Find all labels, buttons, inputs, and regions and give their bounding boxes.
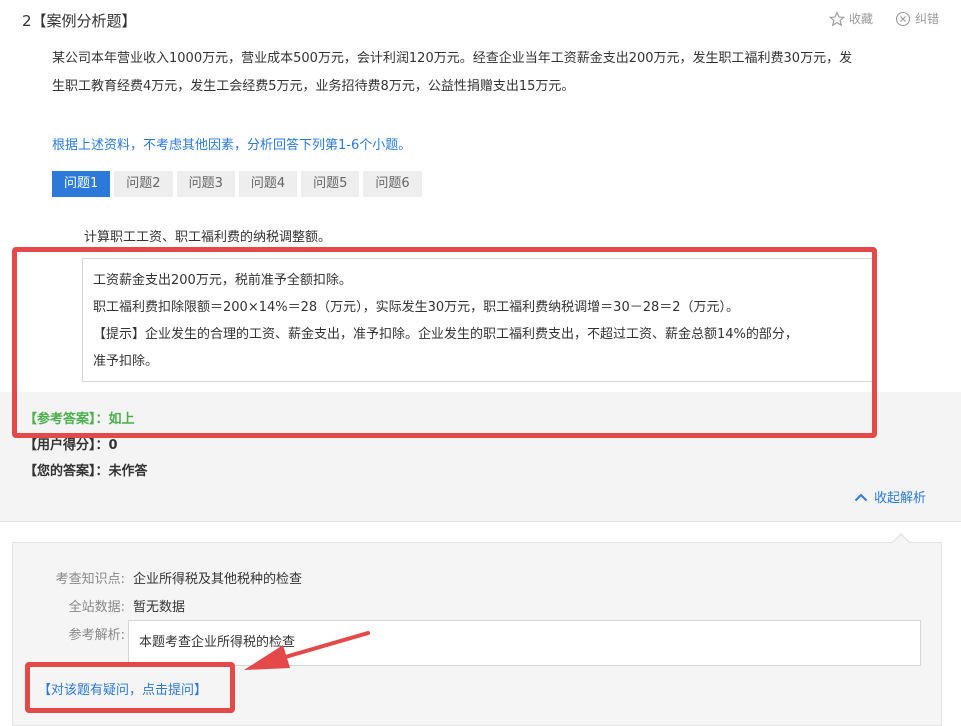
- tab-question-6[interactable]: 问题6: [363, 171, 422, 197]
- tab-question-2[interactable]: 问题2: [114, 171, 173, 197]
- tab-question-4[interactable]: 问题4: [238, 171, 298, 197]
- question-actions: 收藏 纠错: [828, 10, 939, 27]
- site-stats-label: 全站数据:: [68, 600, 125, 615]
- your-answer: 【您的答案】：未作答: [24, 460, 148, 479]
- question-header: 2【案例分析题】: [22, 12, 137, 30]
- subquestion-tabs: 问题1 问题2 问题3 问题4 问题5 问题6: [52, 171, 422, 197]
- user-score: 【用户得分】：0: [24, 434, 118, 453]
- report-label: 纠错: [914, 12, 939, 26]
- answer-line: 职工福利费扣除限额＝200×14%＝28（万元），实际发生30万元，职工福利费纳…: [93, 300, 740, 315]
- question-instruction: 根据上述资料，不考虑其他因素，分析回答下列第1-6个小题。: [52, 138, 412, 153]
- ask-question-link[interactable]: 【对该题有疑问，点击提问】: [38, 679, 207, 698]
- explanation-text: 本题考查企业所得税的检查: [139, 635, 296, 650]
- favorite-button[interactable]: 收藏: [828, 10, 873, 27]
- chevron-up-icon: [854, 493, 868, 501]
- collapse-label: 收起解析: [874, 491, 927, 506]
- report-error-button[interactable]: 纠错: [895, 10, 939, 27]
- stem-line: 某公司本年营业收入1000万元，营业成本500万元，会计利润120万元。经查企业…: [52, 51, 853, 66]
- error-x-icon: [895, 11, 911, 26]
- panel-pointer-fill: [892, 535, 910, 544]
- reference-answer: 【参考答案】：如上: [24, 408, 135, 427]
- site-stats-value: 暂无数据: [133, 600, 186, 615]
- tab-question-3[interactable]: 问题3: [176, 171, 235, 197]
- explanation-box: 本题考查企业所得税的检查: [128, 620, 921, 666]
- answer-line: 准予扣除。: [93, 354, 159, 369]
- subquestion-text: 计算职工工资、职工福利费的纳税调整额。: [84, 230, 332, 245]
- collapse-analysis-button[interactable]: 收起解析: [854, 487, 926, 506]
- tab-question-5[interactable]: 问题5: [301, 171, 360, 197]
- answer-content: 工资薪金支出200万元，税前准予全额扣除。 职工福利费扣除限额＝200×14%＝…: [82, 258, 877, 382]
- user-score-label: 【用户得分】：: [24, 438, 109, 453]
- answer-line: 【提示】企业发生的合理的工资、薪金支出，准予扣除。企业发生的职工福利费支出，不超…: [93, 327, 798, 342]
- tab-question-1[interactable]: 问题1: [52, 171, 111, 197]
- knowledge-point-label: 考查知识点:: [55, 572, 125, 587]
- your-answer-label: 【您的答案】：: [24, 464, 109, 479]
- answer-line: 工资薪金支出200万元，税前准予全额扣除。: [93, 273, 352, 288]
- reference-answer-label: 【参考答案】：: [24, 412, 109, 427]
- star-icon: [828, 10, 845, 26]
- reference-answer-value: 如上: [108, 412, 135, 427]
- user-score-value: 0: [108, 438, 118, 453]
- question-stem: 某公司本年营业收入1000万元，营业成本500万元，会计利润120万元。经查企业…: [52, 45, 912, 101]
- knowledge-point-value: 企业所得税及其他税种的检查: [133, 572, 303, 587]
- favorite-label: 收藏: [848, 12, 873, 26]
- explanation-label: 参考解析:: [68, 628, 125, 643]
- stem-line: 生职工教育经费4万元，发生工会经费5万元，业务招待费8万元，公益性捐赠支出15万…: [52, 79, 575, 94]
- result-panel: [0, 392, 961, 522]
- your-answer-value: 未作答: [108, 464, 148, 479]
